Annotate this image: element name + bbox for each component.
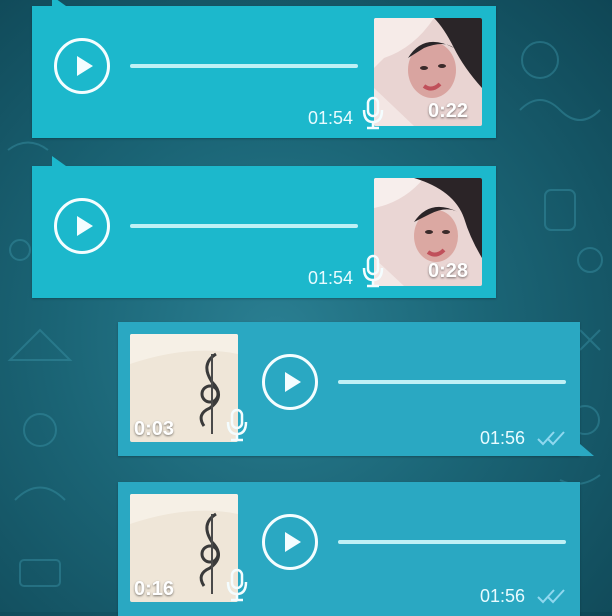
- audio-progress-track[interactable]: [338, 540, 566, 544]
- play-button[interactable]: [262, 514, 318, 570]
- microphone-icon: [226, 408, 248, 442]
- voice-message-2[interactable]: 0:28 01:54: [32, 156, 496, 298]
- microphone-icon: [362, 254, 384, 288]
- message-time: 01:56: [480, 428, 526, 448]
- play-icon: [77, 56, 93, 76]
- double-check-icon: [537, 589, 565, 604]
- audio-progress-track[interactable]: [130, 64, 358, 68]
- play-icon: [285, 372, 301, 392]
- voice-message-1[interactable]: 0:22 01:54: [32, 0, 496, 138]
- voice-message-3[interactable]: 0:03 01:56: [118, 322, 594, 456]
- message-time: 01:54: [308, 268, 354, 288]
- message-time: 01:54: [308, 108, 354, 128]
- play-icon: [77, 216, 93, 236]
- voice-duration: 0:22: [428, 100, 469, 122]
- play-icon: [285, 532, 301, 552]
- microphone-icon: [226, 568, 248, 602]
- play-button[interactable]: [262, 354, 318, 410]
- voice-duration: 0:16: [134, 578, 175, 600]
- voice-duration: 0:28: [428, 260, 469, 282]
- voice-message-4[interactable]: 0:16 01:56: [118, 482, 580, 616]
- play-button[interactable]: [54, 38, 110, 94]
- play-button[interactable]: [54, 198, 110, 254]
- audio-progress-track[interactable]: [338, 380, 566, 384]
- microphone-icon: [362, 96, 384, 130]
- audio-progress-track[interactable]: [130, 224, 358, 228]
- voice-duration: 0:03: [134, 418, 175, 440]
- bubble-tail: [52, 0, 66, 6]
- bubble-tail: [580, 444, 594, 456]
- message-time: 01:56: [480, 586, 526, 606]
- bubble-tail: [52, 156, 66, 166]
- double-check-icon: [537, 431, 565, 446]
